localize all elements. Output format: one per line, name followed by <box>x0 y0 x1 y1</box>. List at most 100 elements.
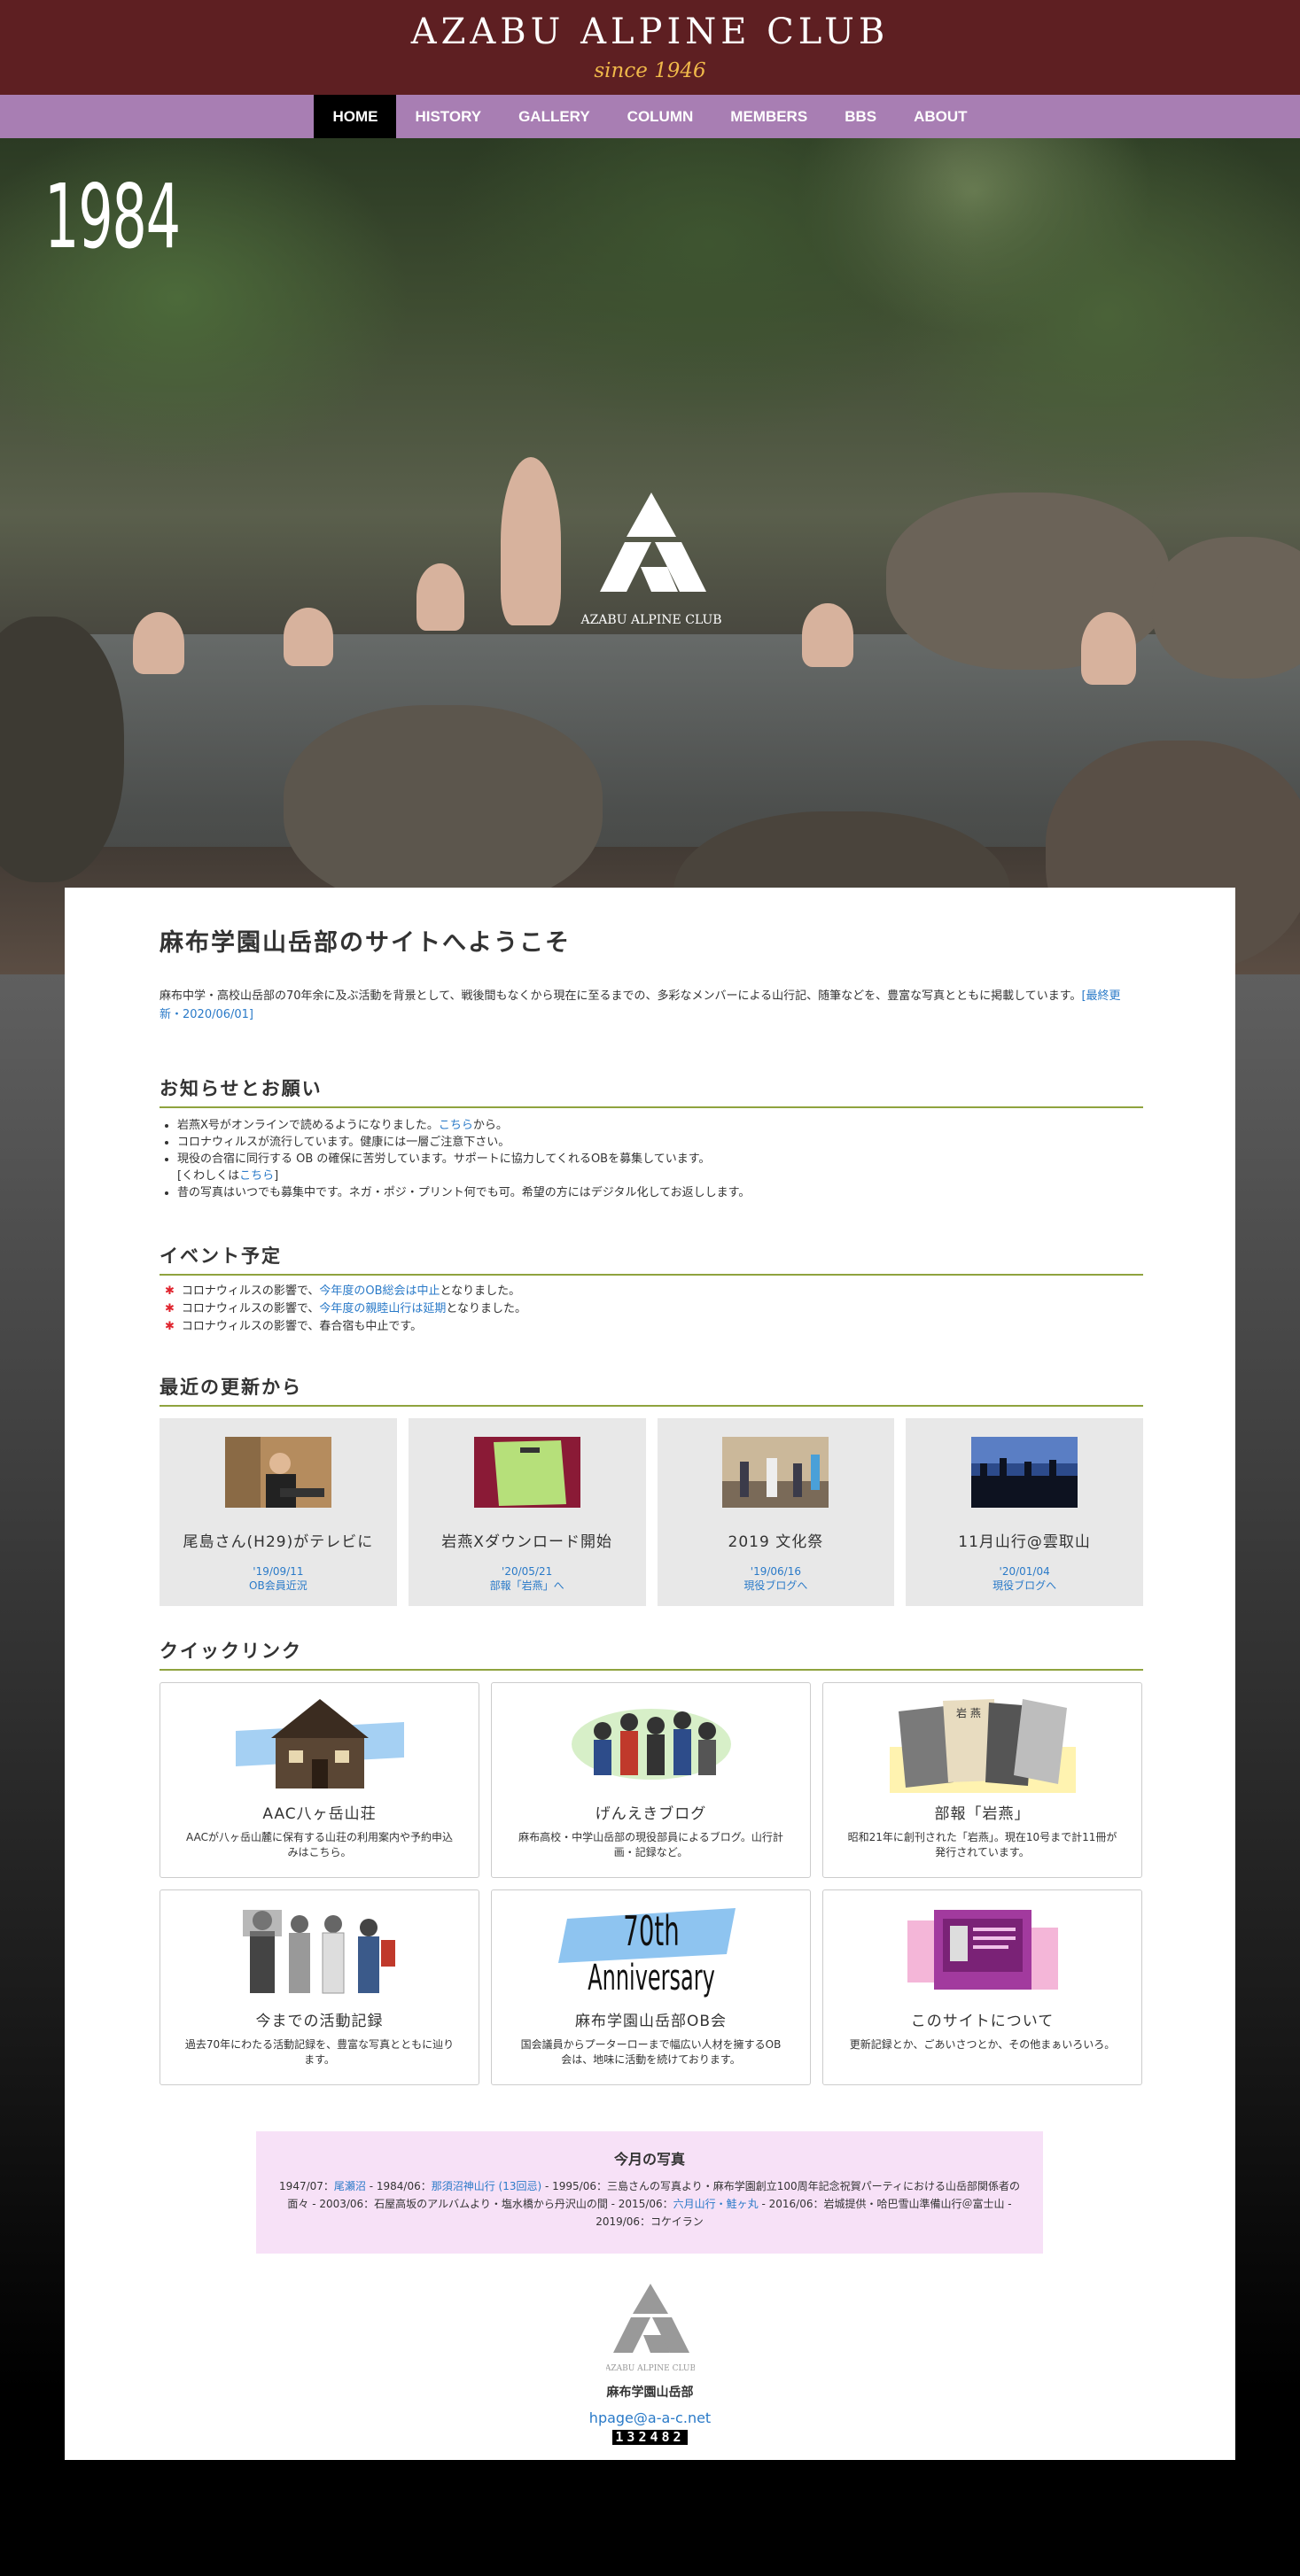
quicklink-card-records[interactable]: 今までの活動記録 過去70年にわたる活動記録を、豊富な写真とともに辿ります。 <box>160 1889 479 2085</box>
ob-support-details-link[interactable]: こちら <box>239 1169 274 1183</box>
quicklink-title: 今までの活動記録 <box>255 2013 384 2030</box>
anniversary-illustration: 70th Anniversary <box>557 1908 736 1998</box>
main-nav: HOME HISTORY GALLERY COLUMN MEMBERS BBS … <box>0 95 1300 138</box>
recent-card[interactable]: 2019 文化祭 '19/06/16 現役ブログへ <box>657 1418 895 1606</box>
recent-card-date[interactable]: '20/05/21 <box>409 1565 646 1578</box>
notices-title: お知らせとお願い <box>160 1075 1143 1108</box>
iwatsubame-online-link[interactable]: こちら <box>439 1119 473 1132</box>
notices-section: お知らせとお願い 岩燕X号がオンラインで読めるようになりました。こちらから。 コ… <box>160 1075 1143 1201</box>
photos-of-month-title: 今月の写真 <box>613 2151 685 2168</box>
recent-section: 最近の更新から 尾島さん(H29)がテレビに '19/09/11 OB会員近況 … <box>160 1373 1143 1606</box>
quicklink-image <box>823 1899 1141 2000</box>
welcome-title: 麻布学園山岳部のサイトへようこそ <box>160 929 571 957</box>
quicklink-card-blog[interactable]: げんえきブログ 麻布高校・中学山岳部の現役部員によるブログ。山行計画・記録など。 <box>491 1682 811 1878</box>
welcome-body: 麻布中学・高校山岳部の70年余に及ぶ活動を背景として、戦後間もなくから現在に至る… <box>160 989 1082 1003</box>
nav-members[interactable]: MEMBERS <box>712 95 826 138</box>
nav-column[interactable]: COLUMN <box>609 95 712 138</box>
quicklink-card-ob[interactable]: 70th Anniversary 麻布学園山岳部OB会 国会議員からプーターロー… <box>491 1889 811 2085</box>
photos-of-month-text: 1947/07：尾瀬沼 - 1984/06：那須沼神山行 (13回忌) - 19… <box>279 2180 1020 2228</box>
quicklink-desc: AACが八ヶ岳山麓に保有する山荘の利用案内や予約申込みはこちら。 <box>186 1831 453 1858</box>
climbers-group-illustration <box>571 1709 731 1780</box>
hero-bather <box>802 603 853 667</box>
lodge-illustration <box>235 1699 404 1788</box>
hero-bather <box>416 563 464 631</box>
nav-bbs[interactable]: BBS <box>826 95 895 138</box>
quicklink-title: 麻布学園山岳部OB会 <box>574 2013 728 2030</box>
nav-gallery[interactable]: GALLERY <box>500 95 609 138</box>
hero-rock <box>284 705 603 909</box>
quicklink-image: 岩 燕 <box>823 1692 1141 1793</box>
nav-history[interactable]: HISTORY <box>396 95 500 138</box>
quicklink-title: げんえきブログ <box>595 1805 707 1823</box>
hero-bather <box>284 608 333 666</box>
site-footer: AZABU ALPINE CLUB 麻布学園山岳部 hpage@a-a-c.ne… <box>65 2282 1235 2445</box>
list-item: 昔の写真はいつでも募集中です。ネガ・ポジ・プリント何でも可。希望の方にはデジタル… <box>177 1184 1143 1201</box>
recent-card-date[interactable]: '19/06/16 <box>658 1565 895 1578</box>
footer-logo-icon: AZABU ALPINE CLUB <box>603 2284 696 2373</box>
list-item: コロナウィルスが流行しています。健康には一層ご注意下さい。 <box>177 1134 1143 1151</box>
recent-title: 最近の更新から <box>160 1373 1143 1407</box>
anniversary-word: Anniversary <box>588 1956 715 1998</box>
recent-card-date[interactable]: '20/01/04 <box>906 1565 1143 1578</box>
ob-meeting-cancel-link[interactable]: 今年度のOB総会は中止 <box>319 1284 440 1298</box>
quicklink-card-about[interactable]: このサイトについて 更新記録とか、ごあいさつとか、その他まぁいろいろ。 <box>822 1889 1142 2085</box>
quicklinks-grid: AAC八ヶ岳山荘 AACが八ヶ岳山麓に保有する山荘の利用案内や予約申込みはこちら… <box>160 1682 1143 2085</box>
recent-card-link[interactable]: 部報「岩燕」へ <box>409 1578 646 1593</box>
recent-card-link[interactable]: 現役ブログへ <box>906 1578 1143 1593</box>
welcome-text: 麻布中学・高校山岳部の70年余に及ぶ活動を背景として、戦後間もなくから現在に至る… <box>160 987 1143 1024</box>
recent-card-title: 2019 文化祭 <box>728 1533 824 1551</box>
booklet-label: 岩 燕 <box>956 1706 981 1719</box>
nav-about[interactable]: ABOUT <box>895 95 985 138</box>
footer-club-name: 麻布学園山岳部 <box>606 2386 694 2400</box>
iwatsubame-cover-thumbnail <box>473 1437 580 1508</box>
events-list: ✱ コロナウィルスの影響で、今年度のOB総会は中止となりました。 ✱ コロナウィルス… <box>160 1283 1143 1336</box>
quicklinks-title: クイックリンク <box>160 1637 1143 1671</box>
list-item: 岩燕X号がオンラインで読めるようになりました。こちらから。 <box>177 1117 1143 1134</box>
social-climb-postpone-link[interactable]: 今年度の親睦山行は延期 <box>319 1302 446 1315</box>
site-tagline: since 1946 <box>594 59 706 82</box>
quicklink-title: 部報「岩燕」 <box>934 1805 1031 1823</box>
tv-interview-thumbnail <box>224 1437 331 1508</box>
recent-card-date[interactable]: '19/09/11 <box>160 1565 397 1578</box>
recent-card[interactable]: 11月山行@雲取山 '20/01/04 現役ブログへ <box>906 1418 1143 1606</box>
hero-image: 1984 AZABU ALPINE CLUB <box>0 138 1300 974</box>
hero-bather <box>133 612 184 674</box>
quicklink-desc: 過去70年にわたる活動記録を、豊富な写真とともに辿ります。 <box>184 2038 455 2066</box>
photo-link-june-climb[interactable]: 六月山行・鮭ヶ丸 <box>673 2198 759 2210</box>
hero-bather <box>501 457 561 625</box>
hero-club-logo: AZABU ALPINE CLUB <box>580 493 722 627</box>
club-logo-icon <box>600 493 706 592</box>
quicklink-desc: 麻布高校・中学山岳部の現役部員によるブログ。山行計画・記録など。 <box>518 1831 783 1858</box>
main-content: 麻布学園山岳部のサイトへようこそ 麻布中学・高校山岳部の70年余に及ぶ活動を背景… <box>65 888 1235 2460</box>
booklets-illustration: 岩 燕 <box>889 1699 1076 1793</box>
photo-link-nasu[interactable]: 那須沼神山行 (13回忌) <box>432 2180 541 2192</box>
list-item: ✱ コロナウィルスの影響で、今年度のOB総会は中止となりました。 <box>165 1284 521 1298</box>
quicklink-image <box>160 1692 479 1793</box>
quicklink-image <box>492 1692 810 1793</box>
quicklinks-section: クイックリンク AAC八ヶ岳山荘 AACが八ヶ岳山麓に保有する山荘の利用案内や予… <box>160 1637 1143 2085</box>
hero-year: 1984 <box>44 165 181 268</box>
events-section: イベント予定 ✱ コロナウィルスの影響で、今年度のOB総会は中止となりました。 ✱… <box>160 1242 1143 1336</box>
list-item: ✱ コロナウィルスの影響で、今年度の親睦山行は延期となりました。 <box>165 1302 527 1315</box>
hero-rock <box>1152 537 1300 679</box>
quicklink-image <box>160 1899 479 2000</box>
site-title[interactable]: AZABU ALPINE CLUB <box>0 0 1300 52</box>
recent-card-link[interactable]: OB会員近況 <box>160 1578 397 1593</box>
footer-email-link[interactable]: hpage@a-a-c.net <box>65 2409 1235 2426</box>
hero-rock <box>0 617 124 882</box>
recent-card-link[interactable]: 現役ブログへ <box>658 1578 895 1593</box>
asterisk-icon: ✱ <box>165 1284 175 1298</box>
nav-home[interactable]: HOME <box>314 95 397 138</box>
footer-logo-text: AZABU ALPINE CLUB <box>606 2364 695 2373</box>
quicklink-card-lodge[interactable]: AAC八ヶ岳山荘 AACが八ヶ岳山麓に保有する山荘の利用案内や予約申込みはこちら… <box>160 1682 479 1878</box>
bunkasai-thumbnail <box>722 1437 829 1508</box>
quicklink-title: このサイトについて <box>910 2013 1055 2030</box>
quicklink-card-iwatsubame[interactable]: 岩 燕 部報「岩燕」 昭和21年に創刊された「岩燕」。現在10号まで計11冊が発… <box>822 1682 1142 1878</box>
list-item: ✱ コロナウィルスの影響で、春合宿も中止です。 <box>165 1320 423 1333</box>
recent-card[interactable]: 尾島さん(H29)がテレビに '19/09/11 OB会員近況 <box>160 1418 397 1606</box>
photos-of-month-box: 今月の写真 1947/07：尾瀬沼 - 1984/06：那須沼神山行 (13回忌… <box>256 2131 1043 2254</box>
photo-link-oze[interactable]: 尾瀬沼 <box>334 2180 366 2192</box>
recent-cards: 尾島さん(H29)がテレビに '19/09/11 OB会員近況 岩燕Xダウンロー… <box>160 1418 1143 1606</box>
recent-card[interactable]: 岩燕Xダウンロード開始 '20/05/21 部報「岩燕」へ <box>408 1418 646 1606</box>
kumotori-thumbnail <box>971 1437 1078 1508</box>
